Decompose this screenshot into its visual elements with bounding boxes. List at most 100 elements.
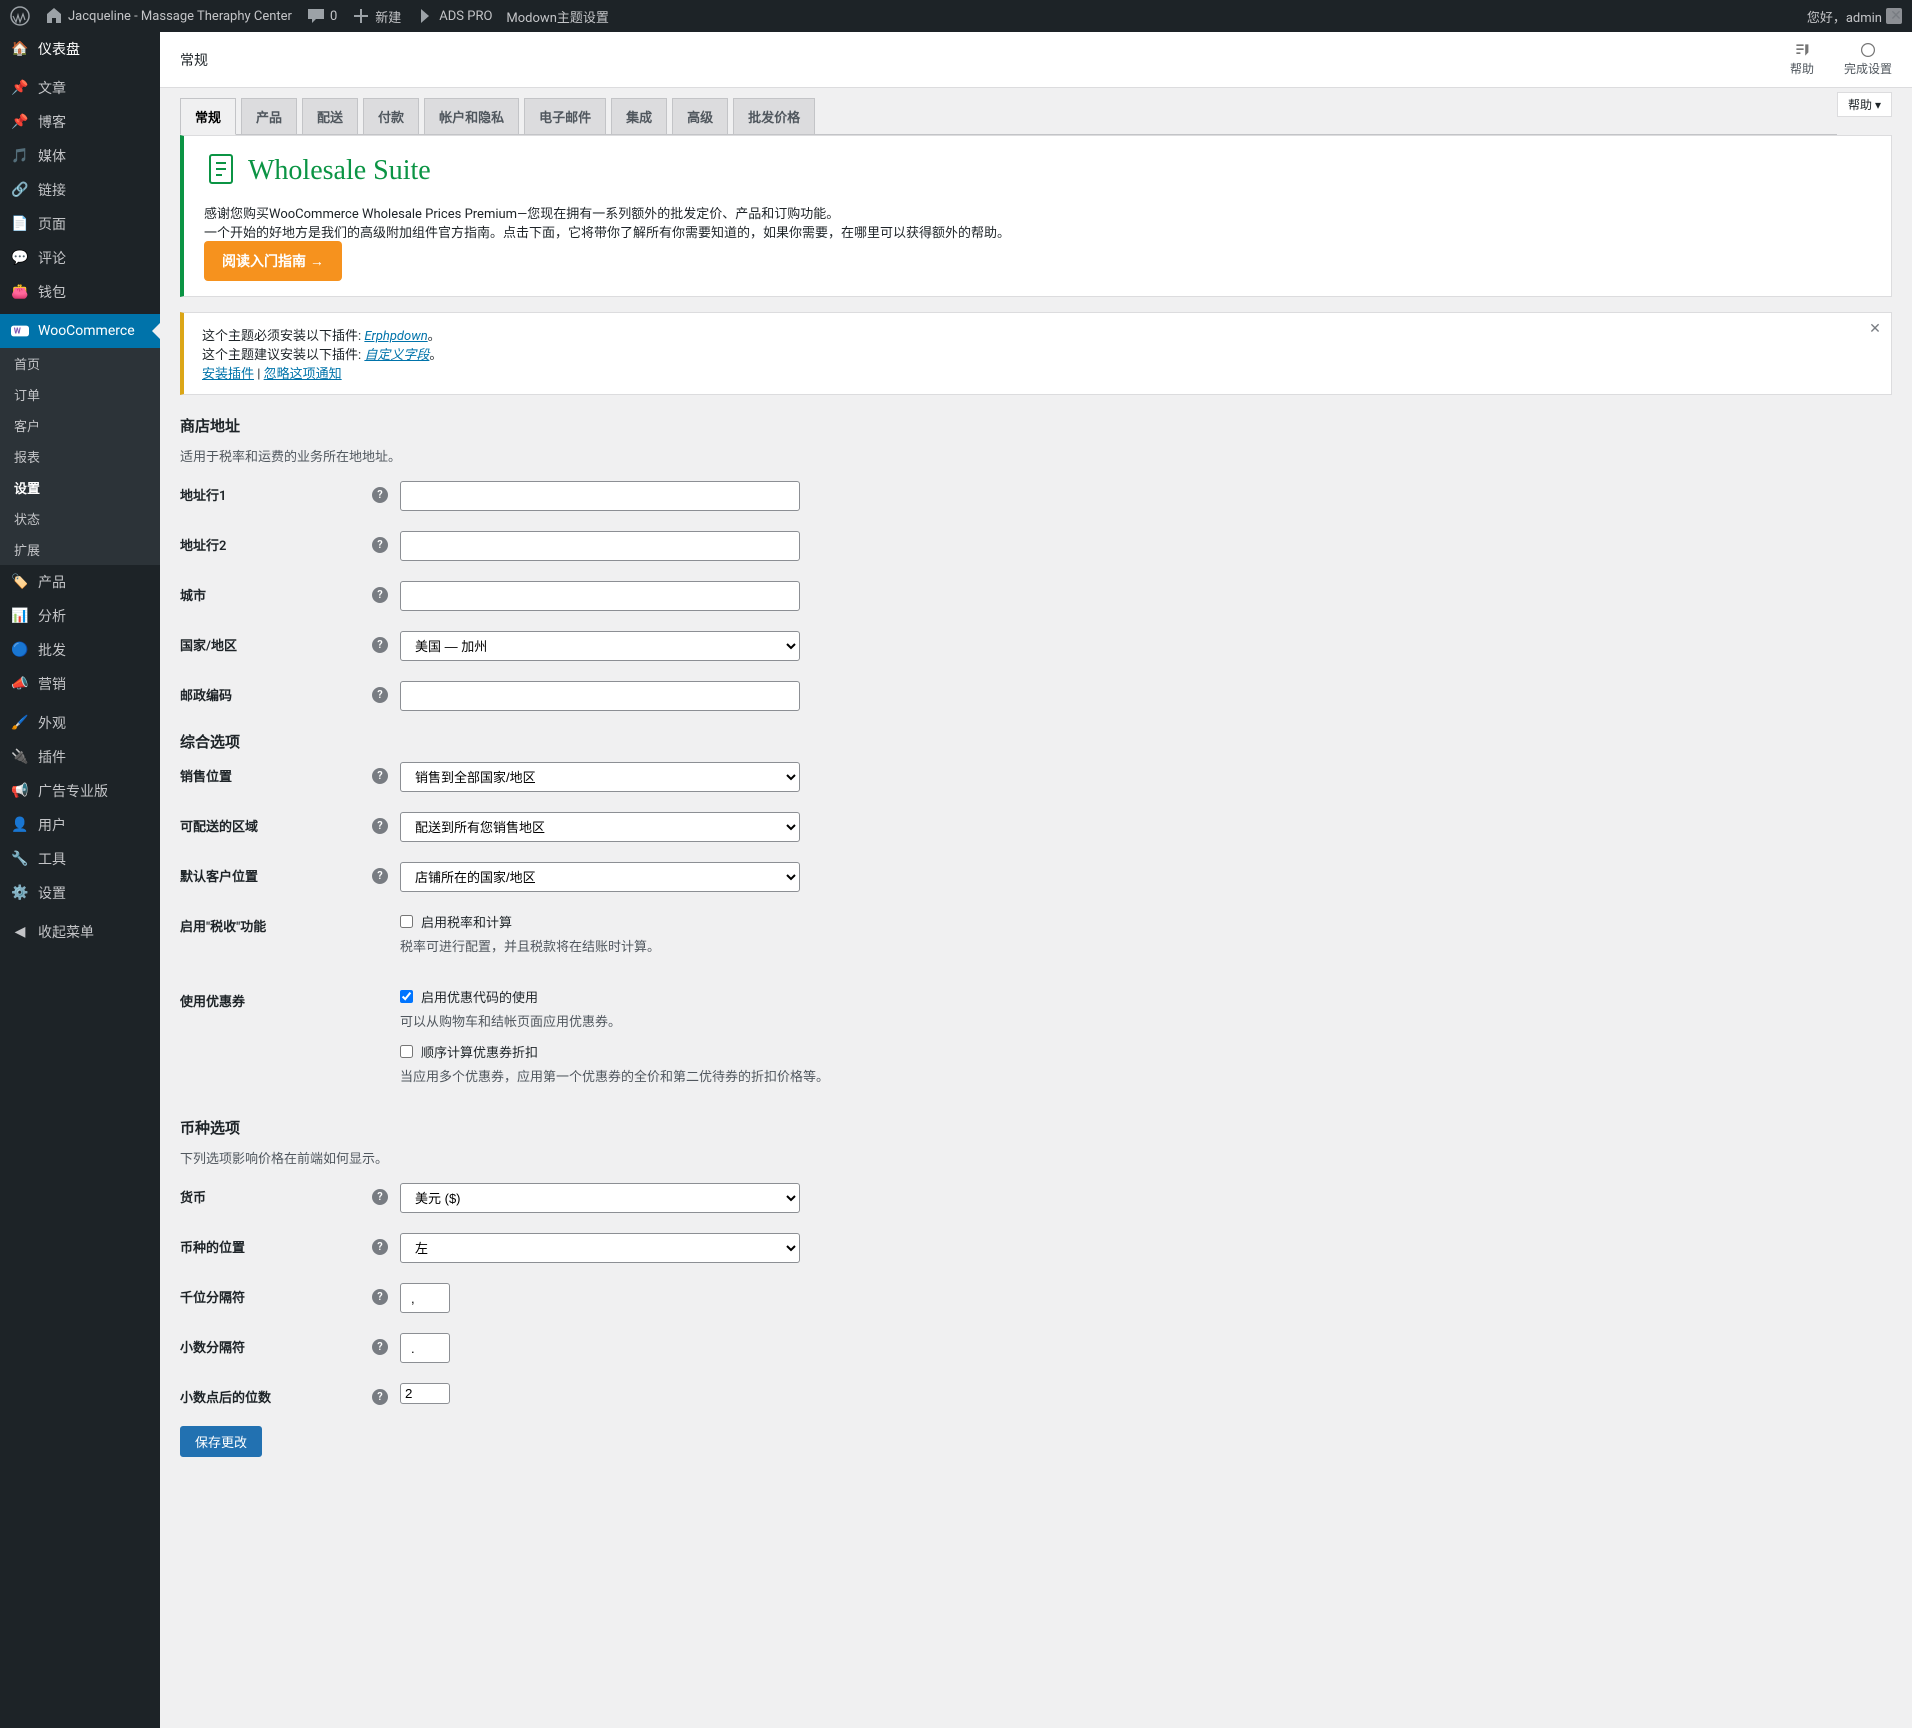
section-desc: 适用于税率和运费的业务所在地地址。 [180,446,1892,465]
help-icon[interactable]: ? [372,687,388,703]
dismiss-link[interactable]: 忽略这项通知 [264,367,342,382]
tab-payments[interactable]: 付款 [363,98,419,135]
tab-advanced[interactable]: 高级 [672,98,728,135]
thousand-sep-input[interactable] [400,1283,450,1313]
help-icon[interactable]: ? [372,768,388,784]
menu-links[interactable]: 🔗链接 [0,173,160,207]
help-icon[interactable]: ? [372,487,388,503]
label-address2: 地址行2? [180,531,400,554]
menu-adspro[interactable]: 📢广告专业版 [0,774,160,808]
address1-input[interactable] [400,481,800,511]
ads-link[interactable]: ADS PRO [415,6,492,26]
help-button[interactable]: 帮助 [1790,42,1814,77]
help-icon[interactable]: ? [372,1289,388,1305]
menu-analytics[interactable]: 📊分析 [0,599,160,633]
link-icon: 🔗 [10,180,30,200]
brush-icon: 🖌️ [10,713,30,733]
label-thousand-sep: 千位分隔符? [180,1283,400,1306]
tab-integration[interactable]: 集成 [611,98,667,135]
check-desc: 可以从购物车和结帐页面应用优惠券。 [400,1011,1892,1030]
submenu-reports[interactable]: 报表 [0,441,160,472]
menu-plugins[interactable]: 🔌插件 [0,740,160,774]
notice-text: 一个开始的好地方是我们的高级附加组件官方指南。点击下面，它将带你了解所有你需要知… [204,222,1871,241]
menu-blog[interactable]: 📌博客 [0,105,160,139]
menu-products[interactable]: 🏷️产品 [0,565,160,599]
coupons-sequential-checkbox[interactable] [400,1045,413,1058]
submenu-status[interactable]: 状态 [0,503,160,534]
menu-woocommerce[interactable]: WWooCommerce [0,314,160,348]
notice-line: 这个主题建议安装以下插件: 自定义字段。 [202,344,1873,363]
modown-link[interactable]: Modown主题设置 [506,7,608,26]
read-guide-button[interactable]: 阅读入门指南 → [204,241,342,281]
menu-comments[interactable]: 💬评论 [0,241,160,275]
label-shipping-loc: 可配送的区域? [180,812,400,835]
coupons-checkbox[interactable] [400,990,413,1003]
tax-checkbox[interactable] [400,915,413,928]
submenu-home[interactable]: 首页 [0,348,160,379]
tab-general[interactable]: 常规 [180,98,236,135]
decimals-input[interactable] [400,1383,450,1404]
menu-wholesale[interactable]: 🔵批发 [0,633,160,667]
submenu-customers[interactable]: 客户 [0,410,160,441]
collapse-icon: ◀ [10,922,30,942]
page-icon: 📄 [10,214,30,234]
admin-bar: Jacqueline - Massage Theraphy Center 0 新… [0,0,1912,32]
menu-tools[interactable]: 🔧工具 [0,842,160,876]
tab-shipping[interactable]: 配送 [302,98,358,135]
new-link[interactable]: 新建 [351,6,401,26]
submenu-orders[interactable]: 订单 [0,379,160,410]
selling-loc-select[interactable]: 销售到全部国家/地区 [400,762,800,792]
tab-emails[interactable]: 电子邮件 [524,98,606,135]
menu-pages[interactable]: 📄页面 [0,207,160,241]
menu-appearance[interactable]: 🖌️外观 [0,706,160,740]
site-name: Jacqueline - Massage Theraphy Center [68,9,292,24]
currency-pos-select[interactable]: 左 [400,1233,800,1263]
currency-select[interactable]: 美元 ($) [400,1183,800,1213]
media-icon: 🎵 [10,146,30,166]
notice-actions: 安装插件 | 忽略这项通知 [202,363,1873,382]
menu-posts[interactable]: 📌文章 [0,71,160,105]
address2-input[interactable] [400,531,800,561]
gear-icon: ⚙️ [10,883,30,903]
menu-dashboard[interactable]: 🏠仪表盘 [0,32,160,66]
shipping-loc-select[interactable]: 配送到所有您销售地区 [400,812,800,842]
comments-link[interactable]: 0 [306,6,337,26]
plugin-link[interactable]: Erphpdown [364,329,427,344]
menu-settings[interactable]: ⚙️设置 [0,876,160,910]
postcode-input[interactable] [400,681,800,711]
save-button[interactable]: 保存更改 [180,1426,262,1457]
label-default-cust: 默认客户位置? [180,862,400,885]
help-icon[interactable]: ? [372,1339,388,1355]
menu-users[interactable]: 👤用户 [0,808,160,842]
finish-setup-button[interactable]: 完成设置 [1844,42,1892,77]
menu-media[interactable]: 🎵媒体 [0,139,160,173]
help-icon[interactable]: ? [372,587,388,603]
menu-marketing[interactable]: 📣营销 [0,667,160,701]
tab-accounts[interactable]: 帐户和隐私 [424,98,519,135]
help-icon[interactable]: ? [372,868,388,884]
menu-wallet[interactable]: 👛钱包 [0,275,160,309]
country-select[interactable]: 美国 — 加州 [400,631,800,661]
help-icon[interactable]: ? [372,537,388,553]
menu-collapse[interactable]: ◀收起菜单 [0,915,160,949]
help-tab[interactable]: 帮助 ▾ [1837,92,1892,117]
tab-products[interactable]: 产品 [241,98,297,135]
help-icon[interactable]: ? [372,818,388,834]
default-cust-select[interactable]: 店铺所在的国家/地区 [400,862,800,892]
install-link[interactable]: 安装插件 [202,367,254,382]
submenu-settings[interactable]: 设置 [0,472,160,503]
help-icon[interactable]: ? [372,1189,388,1205]
city-input[interactable] [400,581,800,611]
decimal-sep-input[interactable] [400,1333,450,1363]
tab-wholesale[interactable]: 批发价格 [733,98,815,135]
product-icon: 🏷️ [10,572,30,592]
submenu-extensions[interactable]: 扩展 [0,534,160,565]
wp-logo[interactable] [10,6,30,26]
help-icon[interactable]: ? [372,637,388,653]
help-icon[interactable]: ? [372,1239,388,1255]
close-icon[interactable]: ✕ [1888,8,1904,24]
help-icon[interactable]: ? [372,1389,388,1405]
close-icon[interactable]: ✕ [1867,321,1883,337]
site-link[interactable]: Jacqueline - Massage Theraphy Center [44,6,292,26]
plugin-link[interactable]: 自定义字段 [364,348,429,363]
